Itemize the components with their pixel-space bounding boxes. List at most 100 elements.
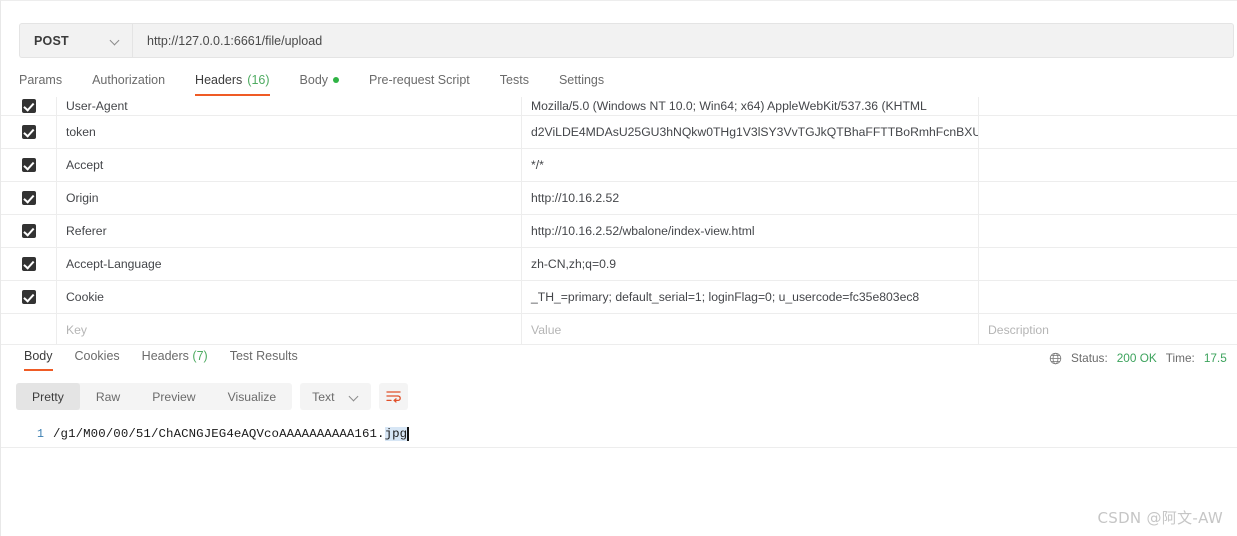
header-value[interactable]: http://10.16.2.52 [521,182,978,214]
header-key[interactable]: Referer [56,215,521,247]
url-bar: POST http://127.0.0.1:6661/file/upload [19,23,1234,58]
request-tab-headers[interactable]: Headers (16) [180,73,284,96]
table-row: Accept */* [1,149,1237,182]
row-checkbox[interactable] [21,290,36,304]
chevron-down-icon [350,392,359,401]
response-body-selected-text: jpg [384,427,408,441]
body-indicator-dot-icon [333,77,340,83]
table-row: Accept-Language zh-CN,zh;q=0.9 [1,248,1237,281]
response-tab-label: Cookies [74,349,120,363]
request-tab-tests[interactable]: Tests [485,73,544,96]
row-checkbox[interactable] [21,257,36,271]
row-checkbox[interactable] [21,191,36,205]
view-mode-pretty[interactable]: Pretty [16,383,80,410]
line-number: 1 [37,427,44,441]
row-checkbox-cell [1,97,56,115]
headers-table: User-Agent Mozilla/5.0 (Windows NT 10.0;… [1,97,1237,344]
request-tab-label: Body [299,73,329,87]
response-tab-test-results[interactable]: Test Results [219,349,309,371]
header-description[interactable] [978,149,1237,181]
header-description[interactable] [978,281,1237,313]
request-tab-authorization[interactable]: Authorization [77,73,180,96]
header-value[interactable]: http://10.16.2.52/wbalone/index-view.htm… [521,215,978,247]
new-header-key-input[interactable]: Key [56,314,521,344]
header-value[interactable]: _TH_=primary; default_serial=1; loginFla… [521,281,978,313]
table-row: User-Agent Mozilla/5.0 (Windows NT 10.0;… [1,97,1237,116]
request-tab-label: Settings [558,73,605,87]
http-method-select[interactable]: POST [19,23,132,58]
new-header-value-input[interactable]: Value [521,314,978,344]
response-tab-label: Headers [141,349,189,363]
row-checkbox-cell [1,281,56,313]
wrap-lines-button[interactable] [378,383,408,410]
postman-request-response-pane: POST http://127.0.0.1:6661/file/upload P… [0,0,1237,536]
response-status-bar: Status: 200 OK Time: 17.5 [1037,351,1237,365]
row-checkbox-cell [1,182,56,214]
row-checkbox-cell [1,215,56,247]
request-tab-label: Authorization [92,73,166,87]
header-key[interactable]: Accept [56,149,521,181]
request-tab-pre-request-script[interactable]: Pre-request Script [354,73,485,96]
globe-icon [1049,352,1062,364]
url-input[interactable]: http://127.0.0.1:6661/file/upload [132,23,1234,58]
response-body-text: /g1/M00/00/51/ChACNGJEG4eAQVcoAAAAAAAAAA… [53,427,385,441]
header-key[interactable]: Accept-Language [56,248,521,280]
table-row: Origin http://10.16.2.52 [1,182,1237,215]
header-key[interactable]: Cookie [56,281,521,313]
csdn-watermark: CSDN @阿文-AW [1097,509,1223,527]
header-value[interactable]: */* [521,149,978,181]
header-key[interactable]: User-Agent [56,97,521,115]
response-body-editor[interactable]: 1 /g1/M00/00/51/ChACNGJEG4eAQVcoAAAAAAAA… [1,421,1237,447]
response-tab-body[interactable]: Body [13,349,64,371]
row-checkbox-cell [1,248,56,280]
table-row: Referer http://10.16.2.52/wbalone/index-… [1,215,1237,248]
response-format-select[interactable]: Text [300,383,371,410]
header-description[interactable] [978,182,1237,214]
request-tab-count: (16) [247,73,270,87]
response-body-line[interactable]: /g1/M00/00/51/ChACNGJEG4eAQVcoAAAAAAAAAA… [53,427,1237,441]
table-row: Cookie _TH_=primary; default_serial=1; l… [1,281,1237,314]
response-view-mode-group: Pretty Raw Preview Visualize [16,383,293,410]
request-tab-settings[interactable]: Settings [544,73,619,96]
header-key[interactable]: token [56,116,521,148]
response-tab-cookies[interactable]: Cookies [64,349,131,371]
response-tab-label: Test Results [229,349,298,363]
status-label: Status: [1071,351,1108,365]
request-tab-body[interactable]: Body [285,73,355,96]
response-separator [1,344,1237,345]
wrap-text-icon [385,391,401,403]
time-label: Time: [1165,351,1195,365]
view-mode-raw[interactable]: Raw [80,383,136,410]
row-checkbox-cell [1,314,56,344]
request-tab-label: Headers [195,73,243,87]
header-key[interactable]: Origin [56,182,521,214]
header-value[interactable]: Mozilla/5.0 (Windows NT 10.0; Win64; x64… [521,97,978,115]
new-header-description-input[interactable]: Description [978,314,1237,344]
response-view-toolbar: Pretty Raw Preview Visualize Text [16,383,408,410]
response-tab-label: Body [24,349,53,363]
view-mode-preview[interactable]: Preview [136,383,211,410]
header-description[interactable] [978,248,1237,280]
header-description[interactable] [978,116,1237,148]
header-value[interactable]: zh-CN,zh;q=0.9 [521,248,978,280]
row-checkbox-cell [1,149,56,181]
request-tab-label: Params [19,73,63,87]
time-value: 17.5 [1203,351,1227,365]
row-checkbox[interactable] [21,158,36,172]
status-value: 200 OK [1116,351,1157,365]
chevron-down-icon [111,36,120,45]
row-checkbox[interactable] [21,99,36,113]
row-checkbox[interactable] [21,224,36,238]
response-tab-count: (7) [192,349,208,363]
request-tab-label: Tests [499,73,529,87]
http-method-label: POST [34,33,69,48]
header-description[interactable] [978,215,1237,247]
response-tabs: Body Cookies Headers (7) Test Results [13,349,309,371]
view-mode-visualize[interactable]: Visualize [212,383,293,410]
header-description[interactable] [978,97,1237,115]
header-value[interactable]: d2ViLDE4MDAsU25GU3hNQkw0THg1V3lSY3VvTGJk… [521,116,978,148]
text-caret [407,427,409,441]
row-checkbox[interactable] [21,125,36,139]
response-tab-headers[interactable]: Headers (7) [131,349,219,371]
request-tab-params[interactable]: Params [19,73,77,96]
